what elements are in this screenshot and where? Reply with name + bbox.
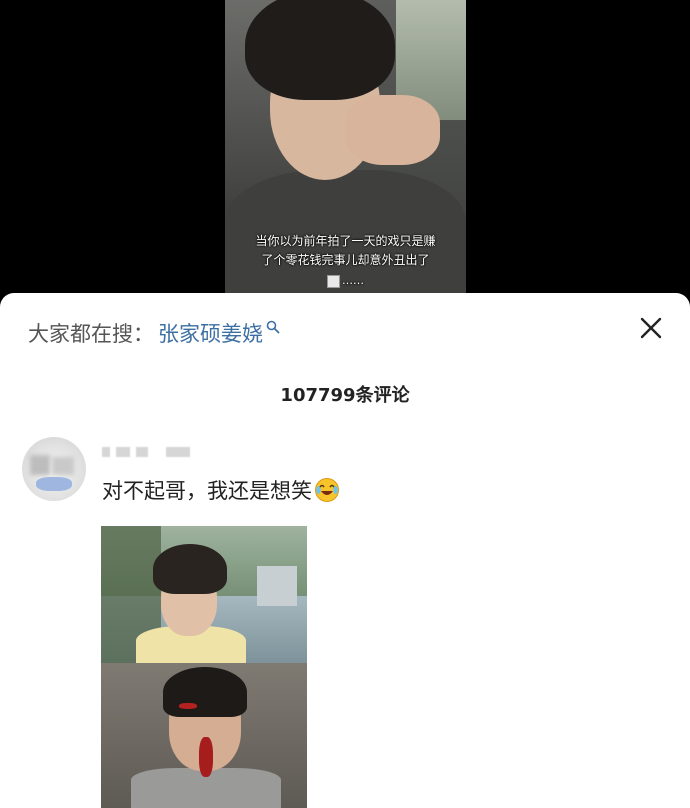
person-hand: [345, 95, 440, 165]
search-suggestion[interactable]: 大家都在搜： 张家硕姜娆: [28, 318, 280, 348]
username-blurred[interactable]: [102, 447, 190, 457]
person-hair: [245, 0, 395, 100]
meme-top-building: [257, 566, 297, 606]
avatar-blur-b: [52, 457, 74, 475]
meme-bottom-hair: [163, 667, 247, 717]
comments-sheet: 大家都在搜： 张家硕姜娆 107799条评论 对不起哥，我还是想笑: [0, 293, 690, 808]
comment-body: 对不起哥，我还是想笑: [102, 479, 312, 503]
meme-bottom-photo: [101, 663, 307, 808]
avatar[interactable]: [22, 437, 86, 501]
avatar-detail: [36, 477, 72, 491]
username-block-3: [136, 447, 148, 457]
meme-image[interactable]: [101, 526, 307, 808]
comment-count: 107799条评论: [280, 385, 410, 406]
video-frame: 当你以为前年拍了一天的戏只是赚 了个零花钱完事儿却意外丑出了 ……: [225, 0, 466, 300]
username-block-4: [166, 447, 190, 457]
video-subtitle-line1: 当你以为前年拍了一天的戏只是赚: [255, 234, 436, 248]
video-subtitle-line3: ……: [225, 272, 466, 290]
meme-bottom-blood: [199, 737, 213, 777]
search-icon[interactable]: [266, 320, 280, 334]
subtitle-ellipsis: ……: [342, 274, 364, 287]
username-block-2: [116, 447, 130, 457]
search-term-link[interactable]: 张家硕姜娆: [158, 318, 263, 348]
subtitle-icon: [327, 274, 340, 288]
video-subtitle-line2: 了个零花钱完事儿却意外丑出了: [261, 253, 430, 267]
video-player[interactable]: 当你以为前年拍了一天的戏只是赚 了个零花钱完事儿却意外丑出了 ……: [0, 0, 690, 300]
username-block-1: [102, 447, 110, 457]
close-icon[interactable]: [638, 315, 664, 341]
avatar-blur-a: [30, 455, 50, 475]
laughing-crying-emoji-icon: [315, 478, 339, 502]
comment-text: 对不起哥，我还是想笑: [102, 475, 340, 505]
search-prefix-label: 大家都在搜：: [28, 322, 154, 346]
meme-top-hair: [153, 544, 227, 594]
meme-top-photo: [101, 526, 307, 663]
meme-bottom-blood-cheek: [179, 703, 197, 709]
